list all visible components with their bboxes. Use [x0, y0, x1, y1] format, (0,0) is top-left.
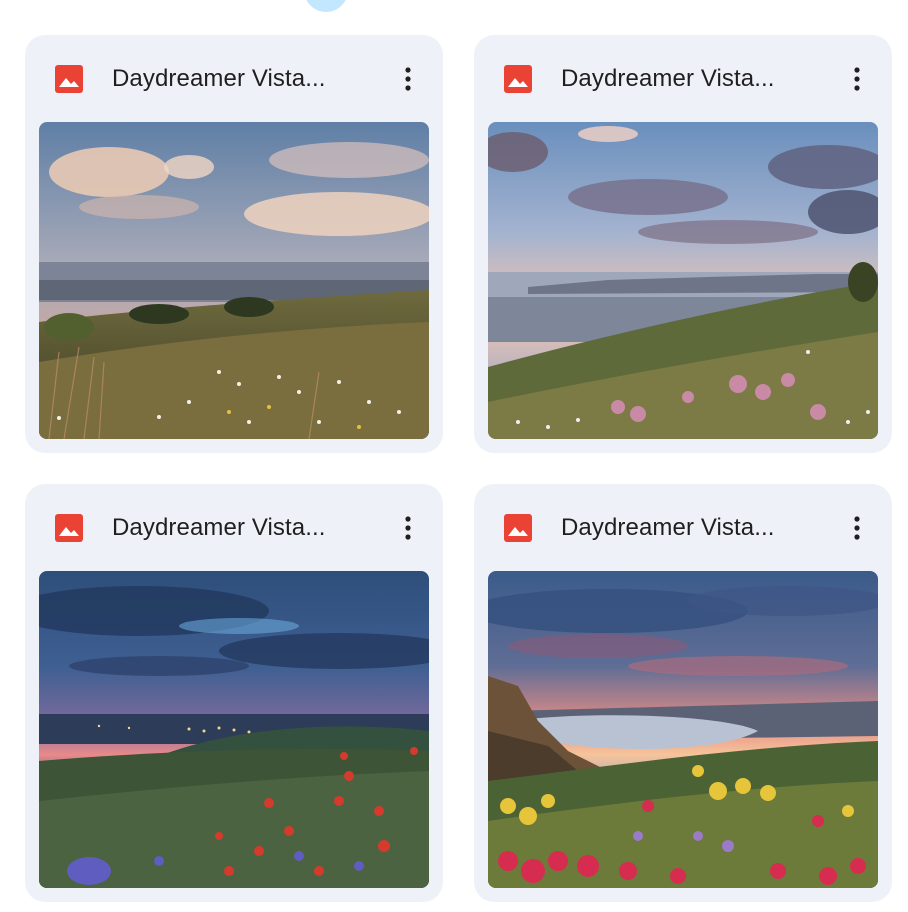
image-file-icon — [504, 514, 532, 542]
more-vert-icon — [854, 516, 860, 540]
image-thumbnail[interactable] — [39, 571, 429, 888]
file-card-header: Daydreamer Vista... — [25, 484, 443, 571]
image-thumbnail[interactable] — [39, 122, 429, 439]
file-grid-view: Daydreamer Vista... Daydreamer Vista... … — [0, 0, 908, 912]
more-vert-icon — [854, 67, 860, 91]
image-file-icon — [55, 514, 83, 542]
image-thumbnail[interactable] — [488, 571, 878, 888]
file-card-header: Daydreamer Vista... — [474, 35, 892, 122]
file-card[interactable]: Daydreamer Vista... — [474, 484, 892, 902]
file-title[interactable]: Daydreamer Vista... — [112, 513, 326, 543]
file-card[interactable]: Daydreamer Vista... — [25, 484, 443, 902]
image-file-icon — [504, 65, 532, 93]
sort-direction-button[interactable] — [304, 0, 348, 12]
more-options-button[interactable] — [391, 511, 425, 545]
file-card[interactable]: Daydreamer Vista... — [25, 35, 443, 453]
file-card-header: Daydreamer Vista... — [474, 484, 892, 571]
image-thumbnail[interactable] — [488, 122, 878, 439]
file-card[interactable]: Daydreamer Vista... — [474, 35, 892, 453]
cropped-header-row — [0, 0, 908, 20]
more-options-button[interactable] — [840, 511, 874, 545]
image-file-grid: Daydreamer Vista... Daydreamer Vista... … — [25, 35, 892, 902]
more-vert-icon — [405, 516, 411, 540]
image-file-icon — [55, 65, 83, 93]
file-title[interactable]: Daydreamer Vista... — [112, 64, 326, 94]
file-card-header: Daydreamer Vista... — [25, 35, 443, 122]
more-vert-icon — [405, 67, 411, 91]
more-options-button[interactable] — [840, 62, 874, 96]
file-title[interactable]: Daydreamer Vista... — [561, 513, 775, 543]
more-options-button[interactable] — [391, 62, 425, 96]
file-title[interactable]: Daydreamer Vista... — [561, 64, 775, 94]
